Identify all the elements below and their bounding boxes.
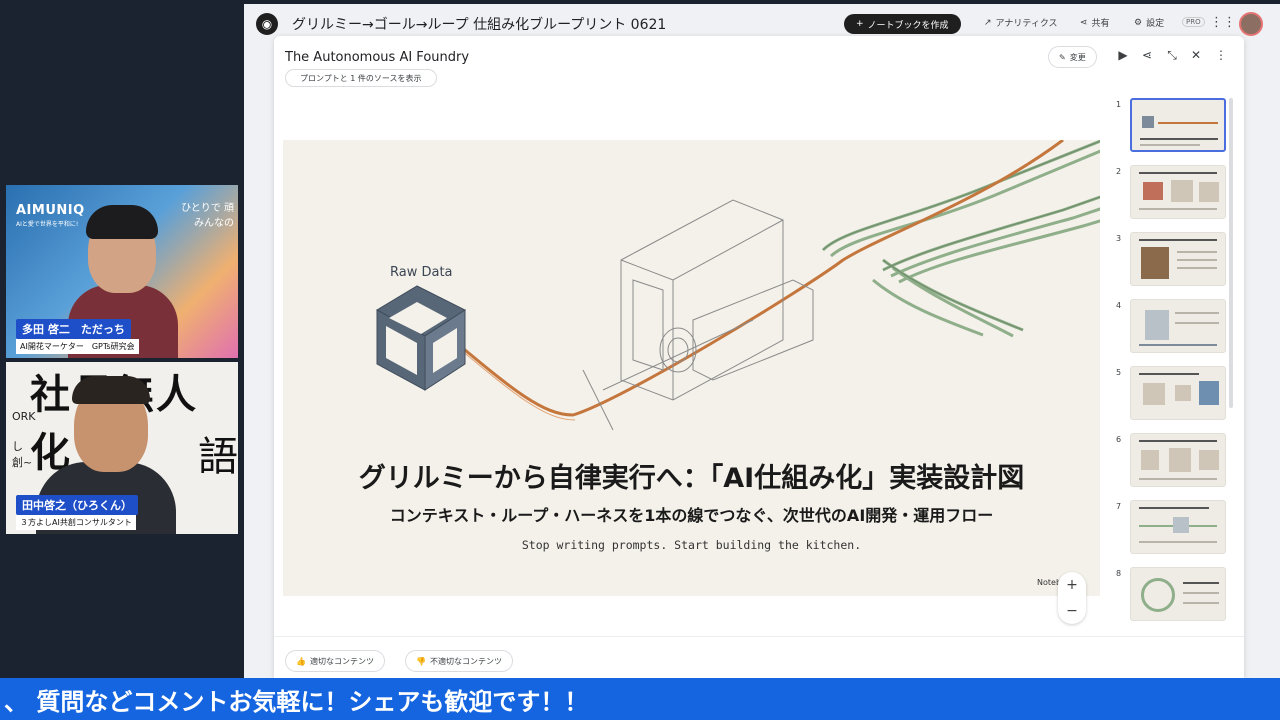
pencil-icon: ✎ xyxy=(1059,52,1066,62)
share-label: 共有 xyxy=(1091,19,1110,29)
create-notebook-label: ノートブックを作成 xyxy=(867,20,949,31)
host-1-hair xyxy=(86,205,158,239)
cam2-bg-text-1: ORK xyxy=(12,410,36,423)
close-icon[interactable]: ✕ xyxy=(1188,48,1204,62)
raw-data-label: Raw Data xyxy=(390,265,453,280)
cam2-background-side: 語 xyxy=(198,434,238,480)
zoom-in-button[interactable]: + xyxy=(1066,577,1078,593)
trending-icon: ↗ xyxy=(984,17,992,28)
settings-label: 設定 xyxy=(1146,19,1165,29)
thumbnail-image xyxy=(1130,232,1226,286)
webcam-host-2: 社長無人化 語 ORK し 創~ 田中啓之（ひろくん） ３方よしAI共創コンサル… xyxy=(6,362,238,534)
bad-content-button[interactable]: 👎 不適切なコンテンツ xyxy=(405,650,513,672)
change-label: 変更 xyxy=(1069,52,1086,62)
host-2-role: ３方よしAI共創コンサルタント xyxy=(16,515,136,530)
share-icon[interactable]: ⋖ xyxy=(1139,48,1155,62)
slide-tagline: Stop writing prompts. Start building the… xyxy=(521,538,862,552)
settings-button[interactable]: ⚙ 設定 xyxy=(1134,16,1165,30)
slide-thumbnail-2[interactable]: 2 xyxy=(1112,165,1230,221)
slide-thumbnail-6[interactable]: 6 xyxy=(1112,433,1230,489)
thumbnail-number: 8 xyxy=(1116,569,1122,578)
thumbnail-image xyxy=(1130,299,1226,353)
slide-subheadline: コンテキスト・ループ・ハーネスを1本の線でつなぐ、次世代のAI開発・運用フロー xyxy=(389,506,994,525)
thumbs-down-icon: 👎 xyxy=(416,656,426,666)
cam2-bg-text-3: 創~ xyxy=(12,456,33,469)
comment-ticker: 、 質問などコメントお気軽に！シェアも歓迎です！！ xyxy=(0,678,1280,720)
analytics-button[interactable]: ↗ アナリティクス xyxy=(984,16,1058,30)
foundry-illustration xyxy=(375,140,1100,431)
show-prompt-sources-chip[interactable]: プロンプトと 1 件のソースを表示 xyxy=(285,69,437,87)
thumbnail-image xyxy=(1130,366,1226,420)
slide-thumbnail-7[interactable]: 7 xyxy=(1112,500,1230,556)
create-notebook-button[interactable]: + ノートブックを作成 xyxy=(844,14,961,34)
gear-icon: ⚙ xyxy=(1134,17,1143,28)
feedback-footer: 👍 適切なコンテンツ 👎 不適切なコンテンツ xyxy=(274,636,1244,678)
thumbnail-number: 7 xyxy=(1116,502,1122,511)
slide-thumbnail-3[interactable]: 3 xyxy=(1112,232,1230,288)
host-2-hair xyxy=(72,376,150,404)
webcam-host-1: AIMUNIQ AIと愛で世界を平和に! ひとりで 頑 みんなの 多田 啓二 た… xyxy=(6,185,238,358)
thumbs-up-icon: 👍 xyxy=(296,656,306,666)
zoom-controls: + − xyxy=(1058,572,1086,624)
thumbnail-scrollbar[interactable] xyxy=(1229,98,1233,408)
share-button[interactable]: ⋖ 共有 xyxy=(1080,16,1110,30)
account-avatar[interactable] xyxy=(1239,12,1263,36)
cam1-banner-line1: ひとりで 頑 xyxy=(181,203,234,214)
thumbnail-number: 4 xyxy=(1116,301,1122,310)
aimuniq-slogan: AIと愛で世界を平和に! xyxy=(16,221,79,228)
cam1-banner-text: ひとりで 頑 みんなの xyxy=(181,201,234,231)
zoom-out-button[interactable]: − xyxy=(1066,603,1078,619)
more-vert-icon[interactable]: ⋮ xyxy=(1213,48,1229,62)
thumbnail-number: 5 xyxy=(1116,368,1122,377)
host-2-nameplate: 田中啓之（ひろくん） xyxy=(16,495,138,515)
analytics-label: アナリティクス xyxy=(995,19,1058,29)
thumbnail-image xyxy=(1130,165,1226,219)
host-1-nameplate: 多田 啓二 ただっち xyxy=(16,319,131,339)
change-button[interactable]: ✎ 変更 xyxy=(1048,46,1097,68)
slide-thumbnail-8[interactable]: 8 xyxy=(1112,567,1230,623)
thumbnail-number: 3 xyxy=(1116,234,1122,243)
host-1-role: AI開花マーケター GPTs研究会 xyxy=(16,339,139,354)
aimuniq-logo: AIMUNIQ xyxy=(16,203,85,218)
bad-content-label: 不適切なコンテンツ xyxy=(429,656,502,666)
play-icon[interactable]: ▶ xyxy=(1115,48,1131,62)
cam1-banner-line2: みんなの xyxy=(194,218,234,229)
good-content-button[interactable]: 👍 適切なコンテンツ xyxy=(285,650,385,672)
slide-viewer-dialog: The Autonomous AI Foundry プロンプトと 1 件のソース… xyxy=(274,36,1244,678)
slide-headline: グリルミーから自律実行へ：「AI仕組み化」実装設計図 xyxy=(358,463,1025,494)
slide-thumbnail-1[interactable]: 1 xyxy=(1112,98,1230,154)
thumbnail-image xyxy=(1130,500,1226,554)
pro-badge: PRO xyxy=(1182,17,1205,27)
thumbnail-image xyxy=(1130,567,1226,621)
collapse-icon[interactable]: ⤡ xyxy=(1164,48,1180,63)
slide-deck-title: The Autonomous AI Foundry xyxy=(285,50,470,65)
slide-thumbnail-4[interactable]: 4 xyxy=(1112,299,1230,355)
thumbnail-number: 1 xyxy=(1116,100,1122,109)
thumbnail-number: 6 xyxy=(1116,435,1122,444)
thumbnail-image xyxy=(1130,433,1226,487)
notebooklm-logo-icon[interactable]: ◉ xyxy=(256,13,278,35)
good-content-label: 適切なコンテンツ xyxy=(309,656,374,666)
slide-thumbnail-5[interactable]: 5 xyxy=(1112,366,1230,422)
plus-icon: + xyxy=(856,19,864,29)
cam2-bg-text-2: し xyxy=(12,440,23,453)
share-icon: ⋖ xyxy=(1080,17,1088,28)
thumbnail-number: 2 xyxy=(1116,167,1122,176)
apps-grid-icon[interactable]: ⋮⋮ xyxy=(1210,15,1236,30)
slide-canvas: Raw Data グリルミーから自律実行へ：「AI仕組み化」実装設計図 コンテキ… xyxy=(283,140,1100,596)
thumbnail-image xyxy=(1130,98,1226,152)
notebook-title[interactable]: グリルミー→ゴール→ループ 仕組み化ブループリント 0621 xyxy=(292,14,666,34)
